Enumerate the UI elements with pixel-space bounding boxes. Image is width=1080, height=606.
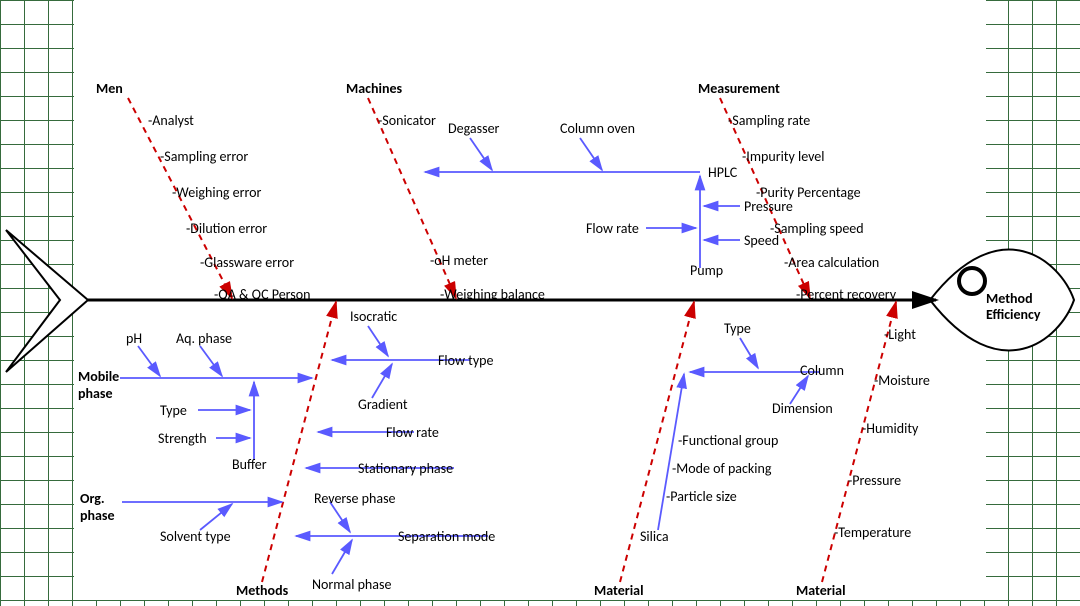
methods-stationaryphase: Stationary phase — [358, 460, 453, 477]
methods-flowrate: Flow rate — [386, 424, 439, 441]
machines-pump: Pump — [690, 262, 723, 279]
methods-strength: Strength — [158, 430, 207, 447]
material2-item-0: -Light — [884, 326, 916, 343]
machines-item-0: -Sonicator — [378, 112, 436, 129]
material1-funcgroup: -Functional group — [678, 432, 778, 449]
machines-item-1: -oH meter — [430, 252, 488, 269]
material2-item-3: -Pressure — [848, 472, 901, 489]
methods-type: Type — [160, 402, 187, 419]
methods-flowtype: Flow type — [438, 352, 494, 369]
men-item-3: -Dilution error — [186, 220, 267, 237]
meas-item-5: -Percent recovery — [796, 286, 896, 303]
material2-item-2: -Humidity — [862, 420, 918, 437]
machines-flowrate: Flow rate — [586, 220, 639, 237]
methods-gradient: Gradient — [358, 396, 408, 413]
methods-buffer: Buffer — [232, 456, 267, 473]
material1-type: Type — [724, 320, 751, 337]
meas-item-1: -Impurity level — [742, 148, 824, 165]
fishbone-diagram — [0, 0, 1080, 606]
cat-material1-title: Material — [594, 582, 644, 599]
men-item-2: -Weighing error — [172, 184, 261, 201]
machines-item-2: -Weighing balance — [440, 286, 545, 303]
methods-reversephase: Reverse phase — [314, 490, 396, 507]
men-item-1: -Sampling error — [160, 148, 248, 165]
meas-item-2: -Purity Percentage — [756, 184, 861, 201]
methods-separationmode: Separation mode — [398, 528, 495, 545]
material2-item-1: -Moisture — [874, 372, 930, 389]
men-item-0: -Analyst — [148, 112, 194, 129]
material1-silica: Silica — [640, 528, 669, 545]
cat-men-title: Men — [96, 80, 123, 97]
meas-item-3: -Sampling speed — [770, 220, 864, 237]
meas-item-0: -Sampling rate — [728, 112, 810, 129]
cat-measurement-title: Measurement — [698, 80, 780, 97]
machines-hplc: HPLC — [708, 164, 737, 181]
methods-ph: pH — [126, 330, 142, 347]
methods-solventtype: Solvent type — [160, 528, 231, 545]
methods-normalphase: Normal phase — [312, 576, 391, 593]
meas-item-4: -Area calculation — [784, 254, 879, 271]
material2-item-4: -Temperature — [834, 524, 911, 541]
machines-columnoven: Column oven — [560, 120, 635, 137]
methods-orgphase: Org. phase — [80, 490, 130, 524]
material1-column: Column — [800, 362, 844, 379]
material1-particlesize: -Particle size — [666, 488, 737, 505]
cat-material2-title: Material — [796, 582, 846, 599]
machines-degasser: Degasser — [448, 120, 499, 137]
cat-methods-title: Methods — [236, 582, 288, 599]
cat-machines-title: Machines — [346, 80, 402, 97]
material1-modepacking: -Mode of packing — [672, 460, 771, 477]
methods-mobilephase: Mobile phase — [78, 368, 128, 402]
methods-isocratic: Isocratic — [350, 308, 397, 325]
methods-aqphase: Aq. phase — [176, 330, 232, 347]
effect-label-1: Method — [986, 290, 1033, 307]
men-item-4: -Glassware error — [200, 254, 294, 271]
effect-label-2: Efficiency — [986, 306, 1041, 323]
men-item-5: -QA & QC Person — [214, 286, 311, 303]
material1-dimension: Dimension — [772, 400, 833, 417]
